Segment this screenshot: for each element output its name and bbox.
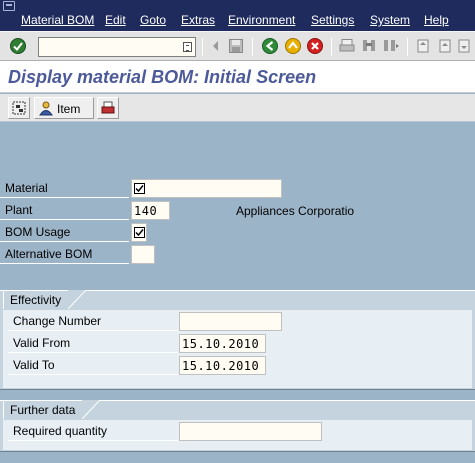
- menu-extras[interactable]: Extras: [181, 13, 215, 27]
- change-number-label: Change Number: [8, 311, 178, 331]
- exit-icon[interactable]: [284, 37, 302, 55]
- change-number-field[interactable]: [179, 312, 282, 331]
- find-icon[interactable]: [360, 37, 378, 55]
- valid-from-label: Valid From: [8, 333, 178, 353]
- valid-to-label: Valid To: [8, 355, 178, 375]
- first-page-icon[interactable]: [414, 37, 432, 55]
- command-history-icon[interactable]: [183, 42, 192, 52]
- bom-usage-label: BOM Usage: [0, 222, 129, 242]
- effectivity-group: Effectivity Change Number Valid From 15.…: [0, 290, 475, 390]
- page-title: Display material BOM: Initial Screen: [8, 67, 317, 87]
- print-icon[interactable]: [338, 37, 356, 55]
- plant-description: Appliances Corporatio: [236, 204, 355, 218]
- required-field-icon: [134, 183, 145, 194]
- hierarchy-button[interactable]: [8, 97, 30, 119]
- valid-to-field[interactable]: 15.10.2010: [179, 356, 266, 375]
- alternative-bom-label: Alternative BOM: [0, 244, 129, 264]
- further-data-group-title: Further data: [3, 400, 82, 419]
- command-field[interactable]: [38, 37, 196, 57]
- menu-goto[interactable]: Goto: [140, 13, 166, 27]
- effectivity-group-title: Effectivity: [3, 290, 68, 309]
- bom-usage-field[interactable]: [131, 223, 147, 242]
- menu-material-bom[interactable]: Material BOM: [21, 13, 94, 27]
- find-next-icon[interactable]: [382, 37, 400, 55]
- required-quantity-label: Required quantity: [8, 421, 178, 441]
- item-button-label: Item: [57, 102, 81, 116]
- material-label: Material: [0, 178, 129, 198]
- plant-label: Plant: [0, 200, 129, 220]
- toolbar-separator: [331, 38, 332, 56]
- further-data-group: Further data Required quantity: [0, 400, 475, 452]
- enter-checkmark-icon[interactable]: [9, 37, 27, 55]
- alternative-bom-field[interactable]: [131, 245, 155, 264]
- next-page-icon[interactable]: [456, 37, 474, 55]
- required-field-icon: [134, 227, 145, 238]
- cancel-icon[interactable]: [306, 37, 324, 55]
- valid-from-field[interactable]: 15.10.2010: [179, 334, 266, 353]
- group-tab-edge: [68, 290, 86, 309]
- toolbar-separator: [407, 38, 408, 56]
- standard-toolbar: [0, 31, 475, 61]
- effectivity-group-body: Change Number Valid From 15.10.2010 Vali…: [3, 310, 472, 388]
- printer-icon: [101, 101, 115, 114]
- menu-edit[interactable]: Edit: [105, 13, 126, 27]
- menu-bar: Material BOM Edit Goto Extras Environmen…: [0, 0, 475, 31]
- item-button[interactable]: Item: [34, 97, 94, 119]
- application-toolbar: Item: [0, 94, 475, 122]
- further-data-group-body: Required quantity: [3, 420, 472, 450]
- group-tab-edge: [82, 400, 100, 419]
- back-icon[interactable]: [261, 37, 279, 55]
- previous-page-icon[interactable]: [436, 37, 454, 55]
- print-settings-button[interactable]: [97, 97, 119, 119]
- hierarchy-icon: [12, 101, 26, 115]
- save-icon[interactable]: [227, 37, 245, 55]
- menu-environment[interactable]: Environment: [228, 13, 295, 27]
- arrow-left-icon[interactable]: [207, 37, 225, 55]
- system-menu-icon[interactable]: [3, 1, 15, 11]
- material-field[interactable]: [131, 179, 282, 198]
- toolbar-separator: [252, 38, 253, 56]
- title-bar: Display material BOM: Initial Screen: [0, 61, 475, 93]
- plant-field[interactable]: 140: [131, 201, 170, 220]
- toolbar-separator: [202, 38, 203, 56]
- menu-settings[interactable]: Settings: [311, 13, 354, 27]
- menu-system[interactable]: System: [370, 13, 410, 27]
- person-icon: [39, 101, 53, 116]
- required-quantity-field[interactable]: [179, 422, 322, 441]
- menu-help[interactable]: Help: [424, 13, 449, 27]
